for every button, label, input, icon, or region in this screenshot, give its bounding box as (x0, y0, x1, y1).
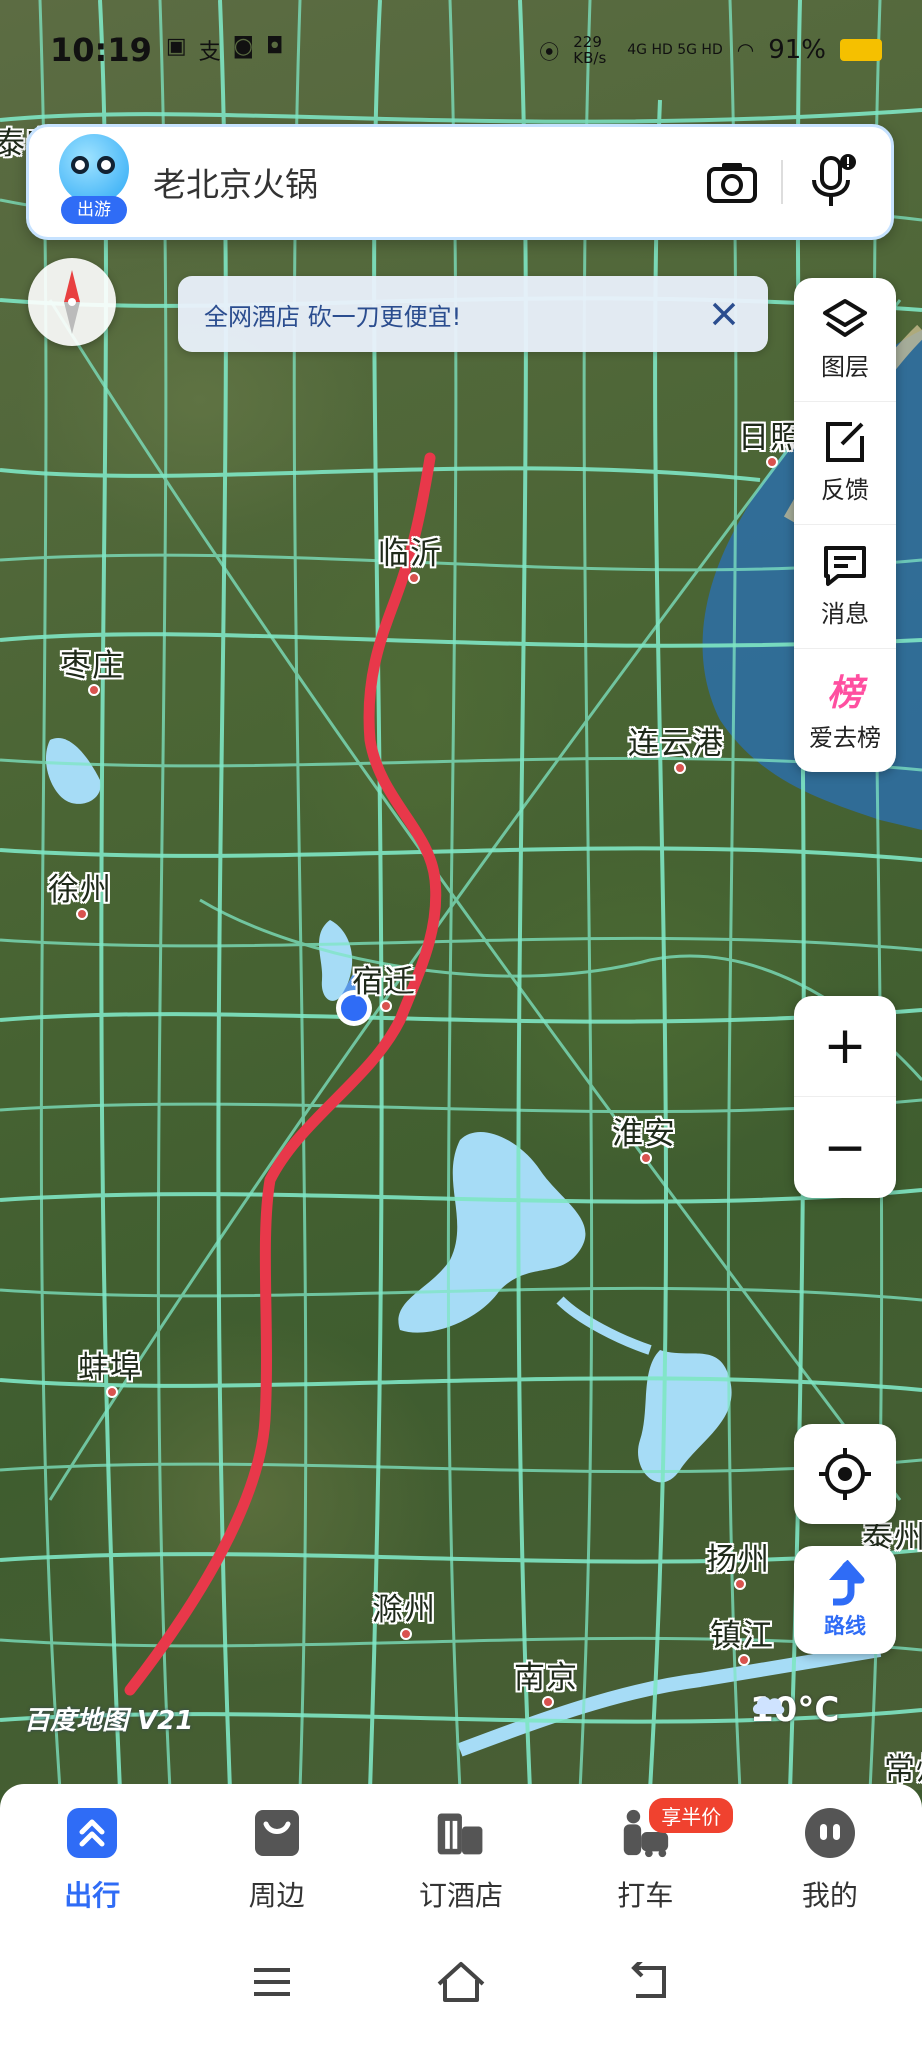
status-time: 10:19 (50, 31, 152, 69)
app-icon: ◘ (266, 34, 284, 59)
camera-icon[interactable] (697, 147, 767, 217)
travel-badge: 出游 (61, 196, 127, 224)
city-dot (734, 1578, 746, 1590)
status-bar: 10:19 ▣ 支 ◙ ◘ ⦿ 229 KB/s 4G HD 5G HD ◠ 9… (0, 0, 922, 100)
mascot-avatar[interactable]: 出游 (59, 134, 129, 230)
city-label-changzhou: 常州 (884, 1752, 922, 1788)
hotel-icon (434, 1806, 488, 1860)
city-label-huaian: 淮安 (612, 1116, 676, 1152)
route-arrow-icon (829, 1560, 865, 1606)
tab-hotel[interactable]: 订酒店 (369, 1806, 553, 1934)
promo-toast[interactable]: 全网酒店 砍一刀更便宜! (178, 276, 768, 352)
ranking-button[interactable]: 榜 爱去榜 (794, 649, 896, 773)
tab-label: 我的 (801, 1879, 858, 1912)
battery-percent: 91% (768, 35, 826, 65)
tab-label: 订酒店 (419, 1879, 504, 1912)
map-tools-panel: 图层 反馈 消息 榜 爱去榜 (794, 278, 896, 772)
cloud-icon (752, 1696, 785, 1714)
alipay-icon: 支 (198, 40, 221, 65)
bottom-navigation: 出行 周边 订酒店 享半价 打车 我的 (0, 1784, 922, 2048)
route-label: 路线 (824, 1614, 866, 1638)
battery-icon (840, 39, 882, 61)
route-button[interactable]: 路线 (794, 1546, 896, 1654)
tab-label: 出行 (64, 1879, 121, 1912)
city-label-zhenjiang: 镇江 (710, 1618, 774, 1654)
profile-icon (803, 1806, 857, 1860)
tab-taxi[interactable]: 享半价 打车 (553, 1798, 737, 1934)
message-button[interactable]: 消息 (794, 525, 896, 649)
tab-nearby[interactable]: 周边 (184, 1806, 368, 1934)
tool-label: 爱去榜 (809, 723, 881, 752)
tool-label: 反馈 (821, 476, 869, 505)
travel-icon (65, 1806, 119, 1860)
city-dot (408, 572, 420, 584)
promo-badge: 享半价 (649, 1798, 734, 1833)
wifi-icon: ◠ (736, 38, 755, 62)
city-dot (542, 1696, 554, 1708)
tab-label: 周边 (248, 1879, 305, 1912)
menu-icon[interactable] (250, 1965, 294, 2003)
net-speed: 229 KB/s (573, 33, 607, 67)
crosshair-icon (819, 1448, 871, 1500)
search-bar[interactable]: 出游 老北京火锅 (26, 124, 894, 240)
compass-icon[interactable] (28, 258, 116, 346)
locate-button[interactable] (794, 1424, 896, 1524)
city-label-linyi: 临沂 (378, 536, 442, 572)
city-label-bengbu: 蚌埠 (78, 1350, 142, 1386)
city-dot (738, 1654, 750, 1666)
location-icon: ⦿ (539, 39, 560, 64)
city-dot (640, 1152, 652, 1164)
tool-label: 消息 (821, 599, 869, 628)
city-dot (106, 1386, 118, 1398)
zoom-control: + − (794, 996, 896, 1198)
status-right: ⦿ 229 KB/s 4G HD 5G HD ◠ 91% (539, 34, 882, 66)
city-label-lianyungang: 连云港 (628, 726, 724, 762)
signal-label: 4G HD 5G HD (627, 42, 723, 58)
city-label-zaozhuang: 枣庄 (60, 648, 124, 684)
ranking-icon: 榜 (826, 672, 863, 714)
city-label-chuzhou: 滁州 (372, 1592, 436, 1628)
city-dot (380, 1000, 392, 1012)
layers-icon (823, 298, 867, 337)
tab-travel[interactable]: 出行 (0, 1806, 184, 1934)
divider (781, 160, 783, 204)
microphone-icon[interactable] (797, 147, 867, 217)
zoom-in-button[interactable]: + (794, 996, 896, 1097)
tool-label: 图层 (821, 352, 869, 381)
feedback-button[interactable]: 反馈 (794, 402, 896, 525)
city-dot (88, 684, 100, 696)
notification-icons: ▣ 支 ◙ ◘ (166, 34, 284, 66)
tab-profile[interactable]: 我的 (738, 1806, 922, 1934)
feedback-icon (826, 422, 864, 463)
city-dot (674, 762, 686, 774)
city-label-suqian: 宿迁 (352, 964, 416, 1000)
city-label-nanjing: 南京 (514, 1660, 578, 1696)
app-icon: ◙ (232, 34, 255, 59)
mascot-face (59, 134, 129, 204)
city-label-yangzhou: 扬州 (706, 1542, 770, 1578)
layers-button[interactable]: 图层 (794, 278, 896, 402)
city-label-xuzhou: 徐州 (48, 872, 112, 908)
message-icon (824, 545, 866, 586)
city-dot (400, 1628, 412, 1640)
tab-label: 打车 (617, 1879, 674, 1912)
map-canvas[interactable]: 泰安 临沂 日照 枣庄 连云港 徐州 宿迁 淮安 蚌埠 扬州 泰州 镇江 滁州 … (0, 0, 922, 1790)
map-layer (0, 0, 922, 1790)
nearby-icon (250, 1806, 304, 1860)
zoom-out-button[interactable]: − (794, 1097, 896, 1198)
gallery-icon: ▣ (165, 34, 187, 59)
city-label-rizhao: 日照 (738, 420, 802, 456)
system-navigation (0, 1934, 922, 2034)
home-icon[interactable] (435, 1960, 487, 2008)
route-line (124, 452, 442, 1696)
toast-message: 全网酒店 砍一刀更便宜! (204, 302, 462, 331)
city-dot (766, 456, 778, 468)
close-icon[interactable] (704, 294, 744, 334)
map-watermark: 百度地图 V21 (24, 1706, 194, 1736)
back-icon[interactable] (628, 1958, 672, 2006)
city-dot (76, 908, 88, 920)
weather-widget[interactable]: 10°C (750, 1690, 839, 1730)
search-query[interactable]: 老北京火锅 (153, 158, 697, 206)
